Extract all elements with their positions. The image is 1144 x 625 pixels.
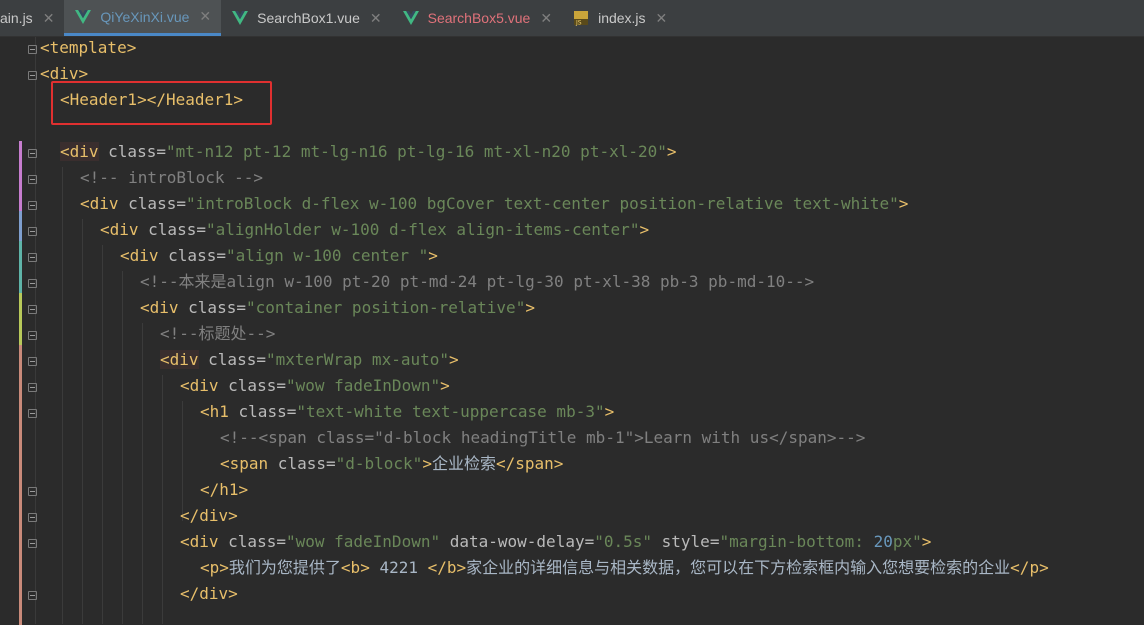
tab-label: SearchBox1.vue — [257, 10, 360, 26]
editor-tab-bar: ain.js ✕ QiYeXinXi.vue ✕ SearchBox1.vue … — [0, 0, 1144, 37]
indent-guide — [122, 271, 123, 624]
tab-index-js[interactable]: JS index.js ✕ — [562, 0, 677, 36]
fold-marker[interactable] — [28, 409, 37, 418]
tab-label: index.js — [598, 10, 646, 26]
fold-marker[interactable] — [28, 45, 37, 54]
rainbow-indent-marker — [19, 241, 22, 293]
fold-marker[interactable] — [28, 383, 37, 392]
code-line-21: <p>我们为您提供了<b> 4221 </b>家企业的详细信息与相关数据，您可以… — [200, 558, 1049, 577]
tab-main-js[interactable]: ain.js ✕ — [0, 0, 64, 36]
fold-marker[interactable] — [28, 149, 37, 158]
code-line-19: </div> — [180, 506, 238, 525]
code-line-13: <div class="mxterWrap mx-auto"> — [160, 350, 459, 369]
rainbow-indent-marker — [19, 211, 22, 241]
fold-marker[interactable] — [28, 591, 37, 600]
code-line-17: <span class="d-block">企业检索</span> — [220, 454, 564, 473]
fold-marker[interactable] — [28, 71, 37, 80]
fold-marker[interactable] — [28, 227, 37, 236]
code-line-1: <template> — [40, 38, 137, 57]
close-icon[interactable]: ✕ — [540, 10, 552, 27]
fold-marker[interactable] — [28, 279, 37, 288]
fold-marker[interactable] — [28, 487, 37, 496]
indent-guide — [142, 323, 143, 624]
close-icon[interactable]: ✕ — [656, 10, 668, 27]
code-line-14: <div class="wow fadeInDown"> — [180, 376, 450, 395]
code-line-8: <div class="alignHolder w-100 d-flex ali… — [100, 220, 650, 239]
js-file-icon: JS — [572, 9, 590, 27]
indent-guide — [102, 245, 103, 624]
code-line-18: </h1> — [200, 480, 249, 499]
rainbow-indent-marker — [19, 293, 22, 345]
fold-marker[interactable] — [28, 539, 37, 548]
close-icon[interactable]: ✕ — [370, 10, 382, 27]
code-line-16: <!--<span class="d-block headingTitle mb… — [220, 428, 866, 447]
fold-marker[interactable] — [28, 201, 37, 210]
tab-label: QiYeXinXi.vue — [100, 8, 190, 25]
close-icon[interactable]: ✕ — [199, 8, 211, 25]
tab-label: SearchBox5.vue — [427, 10, 531, 26]
rainbow-indent-marker — [19, 345, 22, 625]
tab-searchbox1-vue[interactable]: SearchBox1.vue ✕ — [221, 0, 391, 36]
code-line-10: <!--本来是align w-100 pt-20 pt-md-24 pt-lg-… — [140, 272, 815, 291]
highlight-annotation-box — [51, 81, 272, 125]
tab-searchbox5-vue[interactable]: SearchBox5.vue ✕ — [392, 0, 562, 36]
vue-file-icon — [402, 9, 420, 27]
close-icon[interactable]: ✕ — [43, 10, 55, 27]
code-line-6: <!-- introBlock --> — [80, 168, 264, 187]
code-line-5: <div class="mt-n12 pt-12 mt-lg-n16 pt-lg… — [60, 142, 677, 161]
code-line-11: <div class="container position-relative"… — [140, 298, 535, 317]
fold-marker[interactable] — [28, 305, 37, 314]
fold-marker[interactable] — [28, 357, 37, 366]
fold-marker[interactable] — [28, 175, 37, 184]
code-line-9: <div class="align w-100 center "> — [120, 246, 438, 265]
fold-marker[interactable] — [28, 513, 37, 522]
code-line-12: <!--标题处--> — [160, 324, 276, 343]
code-line-22: </div> — [180, 584, 238, 603]
code-line-20: <div class="wow fadeInDown" data-wow-del… — [180, 532, 932, 551]
fold-marker[interactable] — [28, 331, 37, 340]
indent-guide — [62, 167, 63, 624]
svg-text:JS: JS — [575, 20, 582, 27]
vue-file-icon — [231, 9, 249, 27]
code-line-7: <div class="introBlock d-flex w-100 bgCo… — [80, 194, 909, 213]
tab-qiyexinxi-vue[interactable]: QiYeXinXi.vue ✕ — [64, 0, 222, 36]
rainbow-indent-marker — [19, 141, 22, 211]
fold-marker[interactable] — [28, 253, 37, 262]
vue-file-icon — [74, 8, 92, 26]
indent-guide — [162, 375, 163, 624]
indent-guide — [82, 219, 83, 624]
code-editor[interactable]: <template> <div> <Header1></Header1> <di… — [0, 37, 1144, 625]
tab-label: ain.js — [0, 10, 33, 26]
code-line-15: <h1 class="text-white text-uppercase mb-… — [200, 402, 615, 421]
